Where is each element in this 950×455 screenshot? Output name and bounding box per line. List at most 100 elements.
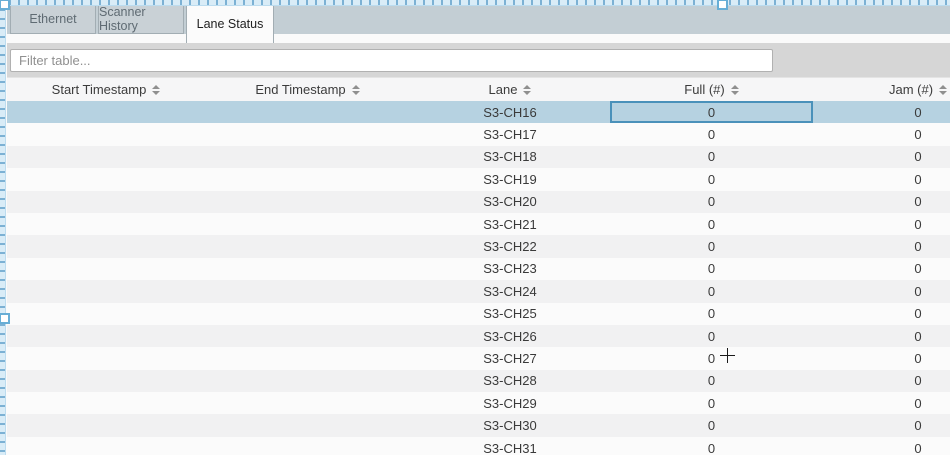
selection-handle-middle-left[interactable] (0, 313, 10, 324)
column-header-lane[interactable]: Lane (410, 78, 610, 101)
cell-full[interactable]: 0 (610, 123, 813, 145)
cell-jam[interactable]: 0 (813, 325, 950, 347)
cell-jam[interactable]: 0 (813, 280, 950, 302)
cell-lane[interactable]: S3-CH26 (410, 325, 610, 347)
cell-lane[interactable]: S3-CH28 (410, 370, 610, 392)
cell-full[interactable]: 0 (610, 101, 813, 123)
table-row[interactable]: S3-CH2600 (7, 325, 950, 347)
cell-start-timestamp[interactable] (7, 437, 205, 455)
cell-start-timestamp[interactable] (7, 303, 205, 325)
cell-jam[interactable]: 0 (813, 437, 950, 455)
column-header-start-timestamp[interactable]: Start Timestamp (7, 78, 205, 101)
cell-full[interactable]: 0 (610, 414, 813, 436)
cell-end-timestamp[interactable] (205, 392, 410, 414)
cell-end-timestamp[interactable] (205, 414, 410, 436)
cell-jam[interactable]: 0 (813, 347, 950, 369)
tab-lane-status[interactable]: Lane Status (186, 4, 274, 43)
cell-start-timestamp[interactable] (7, 101, 205, 123)
cell-end-timestamp[interactable] (205, 191, 410, 213)
cell-lane[interactable]: S3-CH25 (410, 303, 610, 325)
table-row[interactable]: S3-CH2400 (7, 280, 950, 302)
cell-start-timestamp[interactable] (7, 191, 205, 213)
cell-end-timestamp[interactable] (205, 168, 410, 190)
cell-end-timestamp[interactable] (205, 123, 410, 145)
cell-jam[interactable]: 0 (813, 123, 950, 145)
selection-handle-top-left[interactable] (0, 0, 10, 10)
cell-jam[interactable]: 0 (813, 258, 950, 280)
table-row[interactable]: S3-CH1800 (7, 146, 950, 168)
cell-start-timestamp[interactable] (7, 235, 205, 257)
cell-lane[interactable]: S3-CH29 (410, 392, 610, 414)
cell-end-timestamp[interactable] (205, 213, 410, 235)
cell-full[interactable]: 0 (610, 392, 813, 414)
cell-start-timestamp[interactable] (7, 213, 205, 235)
cell-start-timestamp[interactable] (7, 146, 205, 168)
cell-lane[interactable]: S3-CH20 (410, 191, 610, 213)
tab-ethernet[interactable]: Ethernet (10, 4, 96, 34)
table-row[interactable]: S3-CH2000 (7, 191, 950, 213)
cell-lane[interactable]: S3-CH19 (410, 168, 610, 190)
cell-lane[interactable]: S3-CH24 (410, 280, 610, 302)
table-row[interactable]: S3-CH2300 (7, 258, 950, 280)
cell-lane[interactable]: S3-CH31 (410, 437, 610, 455)
cell-full[interactable]: 0 (610, 213, 813, 235)
table-row[interactable]: S3-CH2900 (7, 392, 950, 414)
table-row[interactable]: S3-CH3100 (7, 437, 950, 455)
cell-lane[interactable]: S3-CH17 (410, 123, 610, 145)
cell-end-timestamp[interactable] (205, 325, 410, 347)
cell-full[interactable]: 0 (610, 146, 813, 168)
cell-full[interactable]: 0 (610, 258, 813, 280)
cell-end-timestamp[interactable] (205, 370, 410, 392)
cell-lane[interactable]: S3-CH23 (410, 258, 610, 280)
cell-start-timestamp[interactable] (7, 347, 205, 369)
cell-lane[interactable]: S3-CH16 (410, 101, 610, 123)
cell-jam[interactable]: 0 (813, 168, 950, 190)
cell-full[interactable]: 0 (610, 168, 813, 190)
cell-jam[interactable]: 0 (813, 213, 950, 235)
cell-jam[interactable]: 0 (813, 235, 950, 257)
cell-start-timestamp[interactable] (7, 370, 205, 392)
column-header-jam[interactable]: Jam (#) (813, 78, 950, 101)
cell-full[interactable]: 0 (610, 437, 813, 455)
filter-input[interactable] (10, 49, 773, 72)
cell-start-timestamp[interactable] (7, 123, 205, 145)
cell-full[interactable]: 0 (610, 303, 813, 325)
selection-handle-top-middle[interactable] (717, 0, 728, 10)
cell-jam[interactable]: 0 (813, 414, 950, 436)
cell-full[interactable]: 0 (610, 280, 813, 302)
cell-jam[interactable]: 0 (813, 101, 950, 123)
table-row[interactable]: S3-CH3000 (7, 414, 950, 436)
cell-start-timestamp[interactable] (7, 325, 205, 347)
table-row[interactable]: S3-CH1700 (7, 123, 950, 145)
cell-jam[interactable]: 0 (813, 303, 950, 325)
cell-full[interactable]: 0 (610, 347, 813, 369)
cell-end-timestamp[interactable] (205, 347, 410, 369)
cell-lane[interactable]: S3-CH30 (410, 414, 610, 436)
table-row[interactable]: S3-CH2500 (7, 303, 950, 325)
cell-start-timestamp[interactable] (7, 258, 205, 280)
cell-end-timestamp[interactable] (205, 303, 410, 325)
table-row[interactable]: S3-CH2200 (7, 235, 950, 257)
cell-full[interactable]: 0 (610, 235, 813, 257)
cell-jam[interactable]: 0 (813, 392, 950, 414)
cell-start-timestamp[interactable] (7, 392, 205, 414)
table-row[interactable]: S3-CH1600 (7, 101, 950, 123)
cell-end-timestamp[interactable] (205, 235, 410, 257)
table-row[interactable]: S3-CH2100 (7, 213, 950, 235)
cell-start-timestamp[interactable] (7, 280, 205, 302)
cell-end-timestamp[interactable] (205, 146, 410, 168)
cell-jam[interactable]: 0 (813, 146, 950, 168)
cell-lane[interactable]: S3-CH21 (410, 213, 610, 235)
cell-full[interactable]: 0 (610, 191, 813, 213)
cell-lane[interactable]: S3-CH27 (410, 347, 610, 369)
column-header-full[interactable]: Full (#) (610, 78, 813, 101)
cell-end-timestamp[interactable] (205, 437, 410, 455)
cell-full[interactable]: 0 (610, 325, 813, 347)
cell-start-timestamp[interactable] (7, 168, 205, 190)
cell-lane[interactable]: S3-CH22 (410, 235, 610, 257)
column-header-end-timestamp[interactable]: End Timestamp (205, 78, 410, 101)
cell-end-timestamp[interactable] (205, 258, 410, 280)
table-row[interactable]: S3-CH2700 (7, 347, 950, 369)
cell-full[interactable]: 0 (610, 370, 813, 392)
table-row[interactable]: S3-CH1900 (7, 168, 950, 190)
